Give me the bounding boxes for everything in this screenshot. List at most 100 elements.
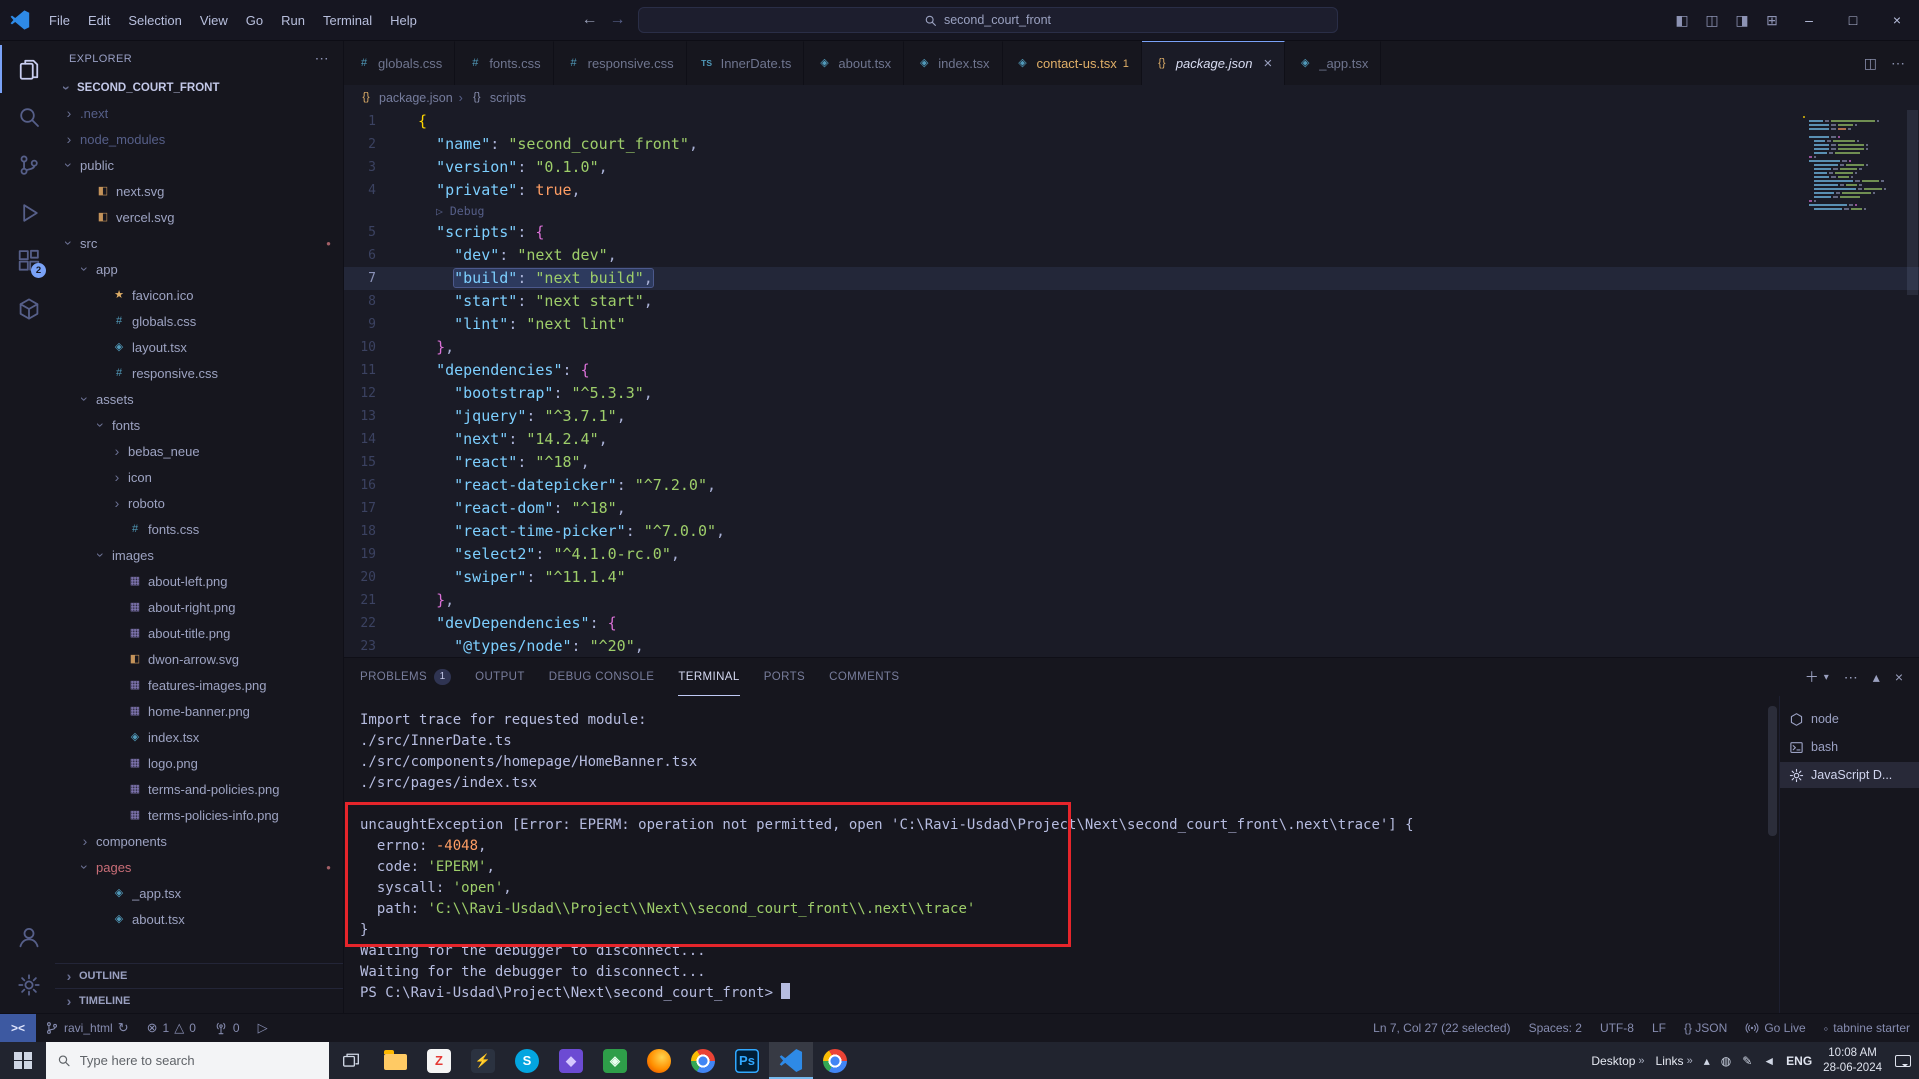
activity-extensions[interactable]: 2 [0, 237, 55, 285]
breadcrumb-item-package.json[interactable]: {}package.json [358, 91, 453, 105]
tab-about.tsx[interactable]: ◈about.tsx [804, 41, 904, 85]
editor[interactable]: 1{2 "name": "second_court_front",3 "vers… [344, 110, 1919, 657]
tree-item-logo.png[interactable]: ▦logo.png [55, 750, 343, 776]
status-git-branch[interactable]: ravi_html↻ [36, 1014, 138, 1042]
close-panel-icon[interactable]: × [1895, 669, 1903, 685]
panel-tab-ports[interactable]: PORTS [764, 658, 805, 696]
taskbar-app-photoshop[interactable]: Ps [725, 1042, 769, 1079]
terminal-dropdown-icon[interactable]: ▾ [1824, 672, 1829, 683]
status-remote[interactable]: >< [0, 1014, 36, 1042]
tab-_app.tsx[interactable]: ◈_app.tsx [1285, 41, 1381, 85]
status-indentation[interactable]: Spaces: 2 [1520, 1014, 1591, 1042]
panel-tab-output[interactable]: OUTPUT [475, 658, 525, 696]
terminal-session-JavaScript D...[interactable]: JavaScript D... [1780, 762, 1919, 788]
status-encoding[interactable]: UTF-8 [1591, 1014, 1643, 1042]
menu-view[interactable]: View [191, 0, 237, 40]
taskbar-app-app-s[interactable]: S [505, 1042, 549, 1079]
taskbar-app-task-view[interactable] [329, 1042, 373, 1079]
close-button[interactable]: × [1875, 0, 1919, 40]
panel-tab-comments[interactable]: COMMENTS [829, 658, 899, 696]
status-language-mode[interactable]: {} JSON [1675, 1014, 1736, 1042]
menu-terminal[interactable]: Terminal [314, 0, 381, 40]
tree-item-fonts[interactable]: ›fonts [55, 412, 343, 438]
tree-item-dwon-arrow.svg[interactable]: ◧dwon-arrow.svg [55, 646, 343, 672]
tray-pen-icon[interactable]: ✎ [1742, 1054, 1752, 1068]
tray-hidden-icons-icon[interactable]: ▴ [1704, 1054, 1710, 1068]
terminal-scrollbar[interactable] [1768, 706, 1777, 836]
taskbar-app-app-green[interactable]: ◈ [593, 1042, 637, 1079]
tree-item-images[interactable]: ›images [55, 542, 343, 568]
taskbar-app-app-z[interactable]: Z [417, 1042, 461, 1079]
status-tabnine[interactable]: ◦tabnine starter [1815, 1014, 1919, 1042]
tree-item-icon[interactable]: ›icon [55, 464, 343, 490]
timeline-section[interactable]: › TIMELINE [55, 988, 343, 1013]
toggle-primary-sidebar-icon[interactable]: ◧ [1667, 12, 1697, 29]
scrollbar-thumb[interactable] [1907, 110, 1918, 295]
menu-help[interactable]: Help [381, 0, 426, 40]
tree-item-responsive.css[interactable]: #responsive.css [55, 360, 343, 386]
tree-item-roboto[interactable]: ›roboto [55, 490, 343, 516]
tree-item-fonts.css[interactable]: #fonts.css [55, 516, 343, 542]
codelens-debug[interactable]: ▷ Debug [344, 202, 1919, 221]
tree-item-layout.tsx[interactable]: ◈layout.tsx [55, 334, 343, 360]
taskbar-app-app-bolt[interactable]: ⚡ [461, 1042, 505, 1079]
toolbar-desktop[interactable]: Desktop» [1591, 1054, 1644, 1068]
activity-extension-pack[interactable] [0, 285, 55, 333]
tab-fonts.css[interactable]: #fonts.css [455, 41, 553, 85]
activity-explorer[interactable] [0, 45, 55, 93]
menu-go[interactable]: Go [237, 0, 272, 40]
status-cursor-position[interactable]: Ln 7, Col 27 (22 selected) [1364, 1014, 1519, 1042]
tab-globals.css[interactable]: #globals.css [344, 41, 455, 85]
language-indicator[interactable]: ENG [1786, 1054, 1812, 1068]
tree-item-components[interactable]: ›components [55, 828, 343, 854]
tab-package.json[interactable]: {}package.json× [1142, 41, 1285, 85]
panel-more-icon[interactable]: ⋯ [1844, 669, 1858, 686]
activity-run-debug[interactable] [0, 189, 55, 237]
tree-item-.next[interactable]: ›.next [55, 100, 343, 126]
root-folder-row[interactable]: › SECOND_COURT_FRONT [55, 76, 343, 100]
panel-tab-terminal[interactable]: TERMINAL [678, 658, 739, 696]
tree-item-node_modules[interactable]: ›node_modules [55, 126, 343, 152]
customize-layout-icon[interactable]: ⊞ [1757, 12, 1787, 29]
maximize-panel-icon[interactable]: ▴ [1873, 669, 1880, 686]
menu-file[interactable]: File [40, 0, 79, 40]
close-icon[interactable]: × [1263, 55, 1272, 72]
tree-item-about-title.png[interactable]: ▦about-title.png [55, 620, 343, 646]
tree-item-public[interactable]: ›public [55, 152, 343, 178]
taskbar-app-app-purple[interactable]: ◆ [549, 1042, 593, 1079]
menu-selection[interactable]: Selection [119, 0, 190, 40]
tree-item-terms-and-policies.png[interactable]: ▦terms-and-policies.png [55, 776, 343, 802]
clock[interactable]: 10:08 AM 28-06-2024 [1823, 1046, 1882, 1076]
status-problems[interactable]: ⊗1△0 [138, 1014, 205, 1042]
taskbar-app-firefox[interactable] [637, 1042, 681, 1079]
tree-item-about-right.png[interactable]: ▦about-right.png [55, 594, 343, 620]
new-terminal-icon[interactable]: ＋ [1805, 667, 1819, 687]
tree-item-home-banner.png[interactable]: ▦home-banner.png [55, 698, 343, 724]
activity-source-control[interactable] [0, 141, 55, 189]
toggle-secondary-sidebar-icon[interactable]: ◨ [1727, 12, 1757, 29]
tree-item-features-images.png[interactable]: ▦features-images.png [55, 672, 343, 698]
status-go-live[interactable]: Go Live [1736, 1014, 1814, 1042]
tree-item-vercel.svg[interactable]: ◧vercel.svg [55, 204, 343, 230]
tree-item-assets[interactable]: ›assets [55, 386, 343, 412]
toggle-panel-icon[interactable]: ◫ [1697, 12, 1727, 29]
start-button[interactable] [0, 1042, 46, 1079]
more-actions-icon[interactable]: ⋯ [1891, 55, 1905, 72]
menu-run[interactable]: Run [272, 0, 314, 40]
activity-search[interactable] [0, 93, 55, 141]
more-actions-icon[interactable]: ⋯ [315, 50, 329, 67]
tree-item-terms-policies-info.png[interactable]: ▦terms-policies-info.png [55, 802, 343, 828]
panel-tab-debug-console[interactable]: DEBUG CONSOLE [549, 658, 655, 696]
back-icon[interactable]: ← [582, 11, 598, 29]
panel-tab-problems[interactable]: PROBLEMS1 [360, 658, 451, 696]
tray-network-icon[interactable]: ◍ [1721, 1054, 1731, 1068]
terminal[interactable]: Import trace for requested module:./src/… [344, 696, 1779, 1013]
forward-icon[interactable]: → [610, 11, 626, 29]
search-input[interactable] [80, 1053, 318, 1068]
tree-item-bebas_neue[interactable]: ›bebas_neue [55, 438, 343, 464]
toolbar-links[interactable]: Links» [1656, 1054, 1693, 1068]
tab-index.tsx[interactable]: ◈index.tsx [904, 41, 1002, 85]
tree-item-next.svg[interactable]: ◧next.svg [55, 178, 343, 204]
taskbar-app-file-explorer[interactable] [373, 1042, 417, 1079]
tray-volume-icon[interactable]: ◄ [1763, 1054, 1775, 1068]
